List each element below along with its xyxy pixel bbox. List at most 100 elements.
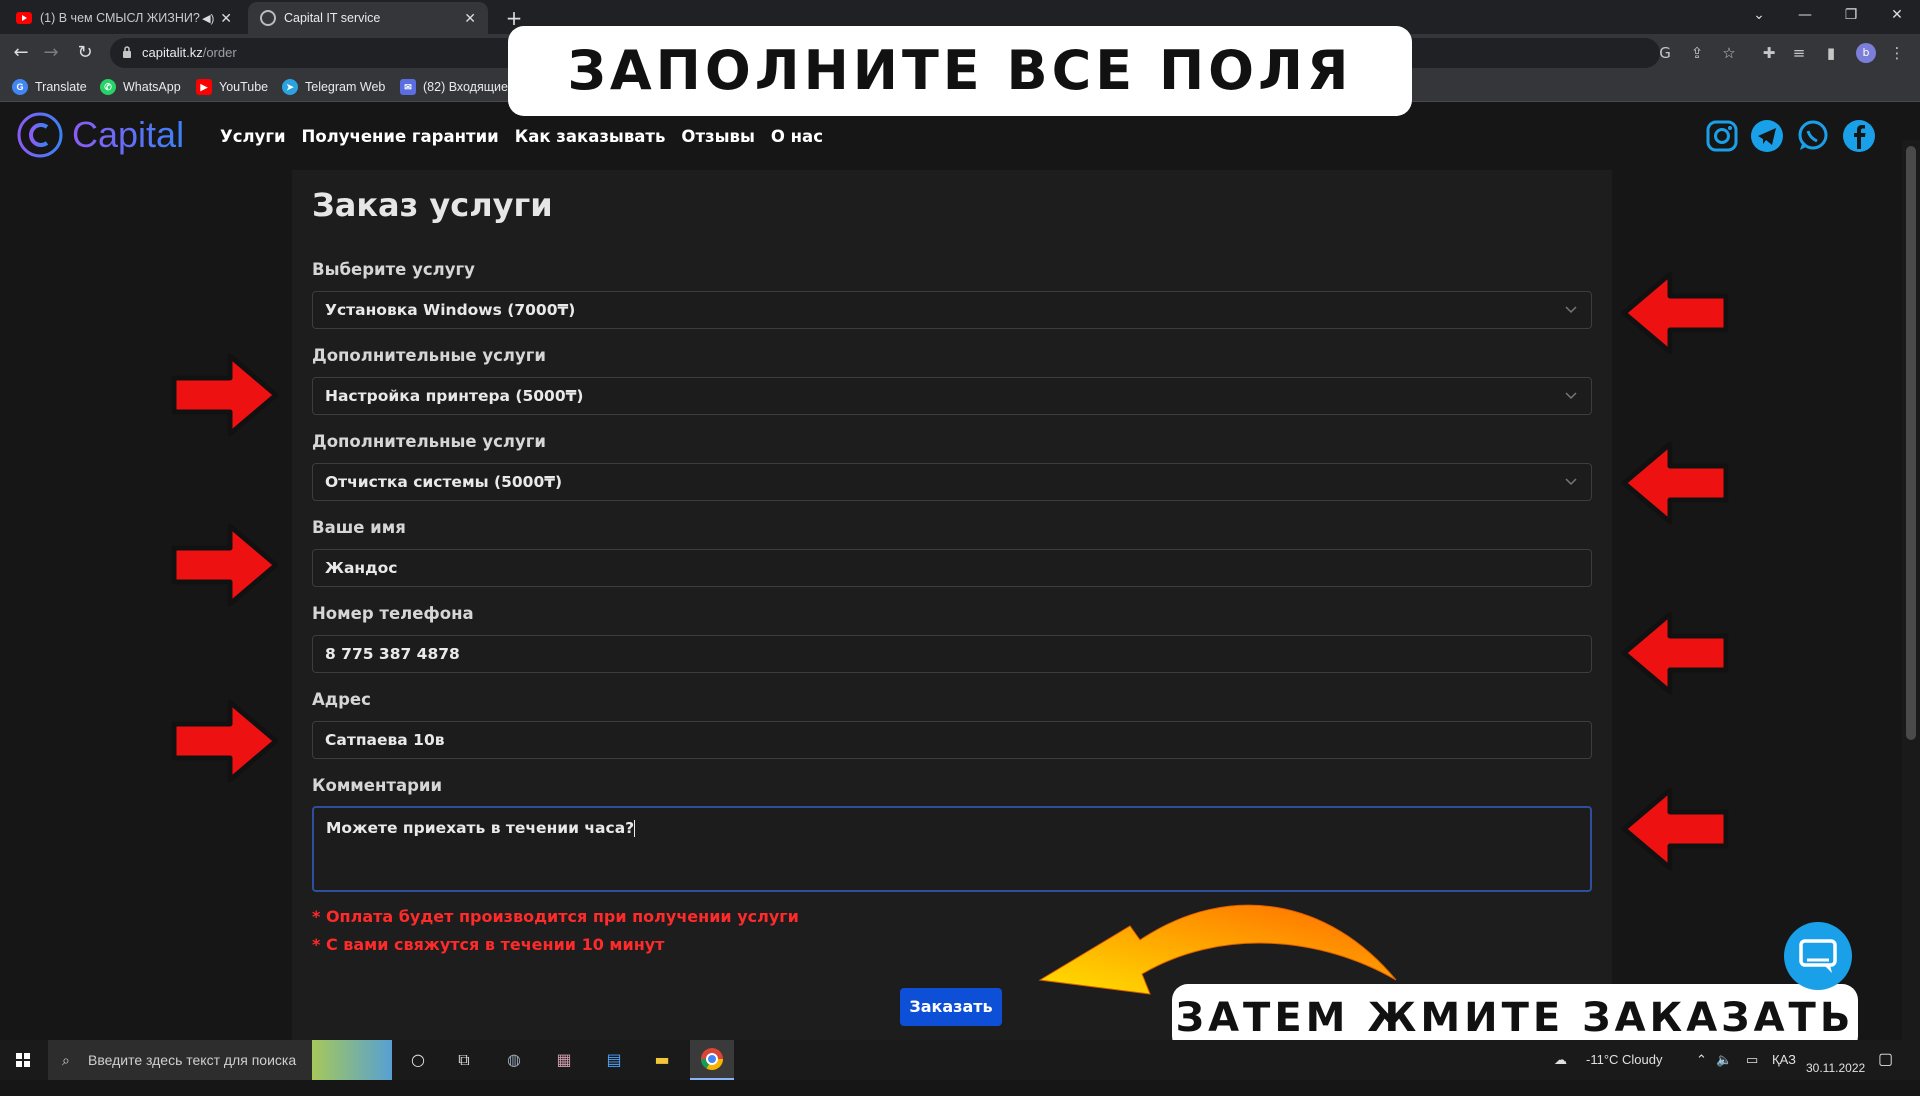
chat-button[interactable] [1784,922,1852,990]
chevron-down-icon [1565,392,1577,400]
arrow-right-icon [171,699,279,783]
scrollbar-thumb[interactable] [1906,146,1916,740]
service-select[interactable]: Установка Windows (7000₸) [312,291,1592,329]
volume-icon[interactable]: 🔈 [1716,1040,1732,1080]
file-explorer-icon[interactable]: ▬ [642,1040,682,1080]
cortana-icon[interactable]: ○ [398,1040,438,1080]
logo-text: Capital [72,114,185,155]
lock-icon [122,46,132,59]
speaker-icon[interactable]: ◀) [202,12,214,25]
bookmark-telegram[interactable]: ➤ Telegram Web [282,72,385,102]
minimize-button[interactable]: — [1782,0,1828,30]
tab-title: (1) В чем СМЫСЛ ЖИЗНИ? [40,11,200,25]
menu-icon[interactable]: ⋮ [1886,42,1908,64]
tray-chevron-icon[interactable]: ⌃ [1696,1040,1707,1080]
back-icon[interactable]: ← [8,40,34,66]
side-panel-icon[interactable]: ▮ [1820,42,1842,64]
app-archive-icon[interactable]: ▦ [544,1040,584,1080]
site-logo[interactable]: Capital [16,111,184,159]
language-indicator[interactable]: ҚАЗ [1772,1040,1796,1080]
whatsapp-icon[interactable] [1796,119,1830,153]
notification-icon[interactable]: ▢ [1878,1040,1893,1080]
forward-icon[interactable]: → [38,40,64,66]
google-lens-icon[interactable]: G [1654,42,1676,64]
nav-warranty[interactable]: Получение гарантии [302,127,499,146]
app-shield-icon[interactable]: ◍ [494,1040,534,1080]
logo-icon [16,111,64,159]
page-scrollbar[interactable] [1902,140,1920,1040]
callback-note: * С вами свяжутся в течении 10 минут [312,935,665,954]
facebook-icon[interactable] [1842,119,1876,153]
curved-arrow-icon [1038,904,1397,995]
submit-order-button[interactable]: Заказать [900,988,1002,1026]
url-host: capitalit.kz [142,45,203,60]
weather-icon[interactable]: ☁ [1554,1040,1567,1080]
select-value: Установка Windows (7000₸) [325,301,576,319]
arrow-left-icon [1621,271,1729,355]
telegram-icon[interactable] [1750,119,1784,153]
arrow-right-icon [171,353,279,437]
name-input[interactable]: Жандос [312,549,1592,587]
select-value: Настройка принтера (5000₸) [325,387,584,405]
profile-avatar[interactable]: b [1856,43,1876,63]
youtube-icon [16,12,32,24]
calculator-icon[interactable]: ▤ [594,1040,634,1080]
extra-service-select-2[interactable]: Отчистка системы (5000₸) [312,463,1592,501]
bookmark-label: Translate [35,80,87,94]
task-view-icon[interactable]: ⧉ [444,1040,484,1080]
bookmark-mail[interactable]: ✉ (82) Входящие [400,72,508,102]
nav-about[interactable]: О нас [771,127,823,146]
media-icon[interactable]: ≡ [1788,42,1810,64]
close-window-button[interactable]: ✕ [1874,0,1920,30]
tab-title: Capital IT service [284,11,381,25]
tab-youtube[interactable]: (1) В чем СМЫСЛ ЖИЗНИ? ◀) ✕ [4,2,244,34]
nav-services[interactable]: Услуги [220,127,286,146]
clock-date[interactable]: 30.11.2022 [1806,1040,1865,1080]
bookmark-youtube[interactable]: ▶ YouTube [196,72,268,102]
arrow-left-icon [1621,787,1729,871]
top-callout: ЗАПОЛНИТЕ ВСЕ ПОЛЯ [508,26,1412,116]
extra-service-label: Дополнительные услуги [312,432,546,451]
search-highlight-image [312,1040,392,1080]
extensions-icon[interactable]: ✚ [1758,42,1780,64]
arrow-left-icon [1621,441,1729,525]
chrome-taskbar-icon[interactable] [690,1040,734,1080]
comment-text: Можете приехать в течении часа? [326,819,635,837]
taskbar-search[interactable]: ⌕ Введите здесь текст для поиска [48,1040,392,1080]
mail-icon: ✉ [400,79,416,95]
bookmark-whatsapp[interactable]: ✆ WhatsApp [100,72,181,102]
service-label: Выберите услугу [312,260,475,279]
tab-capital[interactable]: Capital IT service ✕ [248,2,488,34]
bookmark-label: WhatsApp [123,80,181,94]
phone-input[interactable]: 8 775 387 4878 [312,635,1592,673]
name-label: Ваше имя [312,518,406,537]
instagram-icon[interactable] [1705,119,1739,153]
search-icon: ⌕ [62,1052,70,1068]
tab-search-icon[interactable]: ⌄ [1736,0,1782,30]
phone-label: Номер телефона [312,604,474,623]
extra-service-select-1[interactable]: Настройка принтера (5000₸) [312,377,1592,415]
windows-start-icon[interactable] [0,1040,46,1080]
restore-button[interactable]: ❐ [1828,0,1874,30]
close-tab-icon[interactable]: ✕ [220,10,232,27]
reload-icon[interactable]: ↻ [72,40,98,66]
network-icon[interactable]: ▭ [1746,1040,1758,1080]
chevron-down-icon [1565,478,1577,486]
close-tab-icon[interactable]: ✕ [464,10,476,27]
share-icon[interactable]: ⇪ [1686,42,1708,64]
address-label: Адрес [312,690,371,709]
page-title: Заказ услуги [312,186,553,224]
weather-text[interactable]: -11°C Cloudy [1586,1040,1663,1080]
chevron-down-icon [1565,306,1577,314]
address-input[interactable]: Сатпаева 10в [312,721,1592,759]
nav-reviews[interactable]: Отзывы [681,127,754,146]
nav-how-to-order[interactable]: Как заказывать [515,127,666,146]
comment-label: Комментарии [312,776,443,795]
windows-taskbar: ⌕ Введите здесь текст для поиска ○ ⧉ ◍ ▦… [0,1040,1920,1080]
bookmark-star-icon[interactable]: ☆ [1718,42,1740,64]
url-path: /order [202,45,237,60]
text-cursor [634,820,636,837]
bookmark-translate[interactable]: G Translate [12,72,87,102]
arrow-right-icon [171,523,279,607]
extra-service-label: Дополнительные услуги [312,346,546,365]
